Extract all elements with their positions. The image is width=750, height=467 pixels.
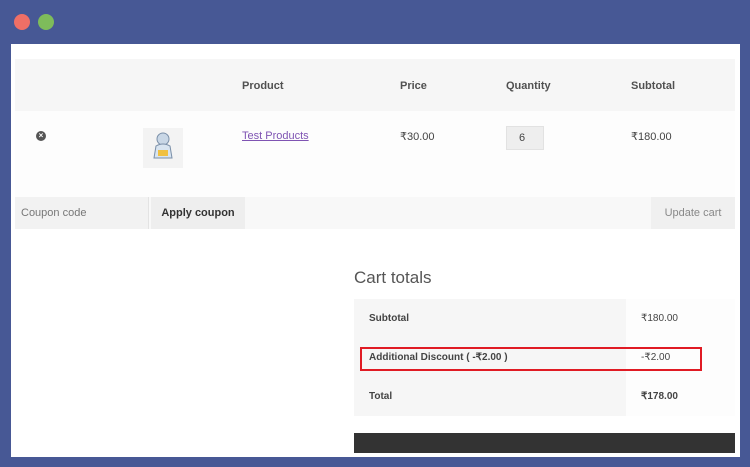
totals-value: ₹180.00 [626, 299, 735, 338]
totals-value: -₹2.00 [626, 338, 735, 377]
cart-actions: Coupon code Apply coupon Update cart [15, 197, 735, 229]
totals-label: Total [354, 377, 626, 416]
apply-coupon-button[interactable]: Apply coupon [151, 197, 245, 229]
totals-label: Subtotal [354, 299, 626, 338]
quantity-input[interactable]: 6 [506, 126, 544, 150]
coupon-code-input[interactable]: Coupon code [15, 197, 149, 229]
update-cart-button[interactable]: Update cart [651, 197, 735, 229]
remove-item-icon[interactable]: × [36, 131, 46, 141]
proceed-to-checkout-button[interactable] [354, 433, 735, 453]
product-thumbnail[interactable] [143, 128, 183, 168]
header-price: Price [400, 80, 427, 92]
cart-item-row: × Test Products ₹30.00 6 ₹180.00 [15, 111, 735, 197]
cart-totals-table: Subtotal ₹180.00 Additional Discount ( -… [354, 299, 735, 416]
totals-label: Additional Discount ( -₹2.00 ) [354, 338, 626, 377]
cart-table-header: Product Price Quantity Subtotal [15, 59, 735, 111]
header-quantity: Quantity [506, 80, 551, 92]
window-maximize-dot[interactable] [38, 14, 54, 30]
header-subtotal: Subtotal [631, 80, 675, 92]
totals-row-discount: Additional Discount ( -₹2.00 ) -₹2.00 [354, 338, 735, 377]
product-link[interactable]: Test Products [242, 130, 309, 142]
totals-row-total: Total ₹178.00 [354, 377, 735, 416]
window-close-dot[interactable] [14, 14, 30, 30]
header-product: Product [242, 80, 284, 92]
browser-window: Product Price Quantity Subtotal × Test P… [11, 44, 740, 457]
totals-row-subtotal: Subtotal ₹180.00 [354, 299, 735, 338]
cart-table: Product Price Quantity Subtotal × Test P… [15, 59, 735, 197]
cart-totals-title: Cart totals [354, 268, 432, 287]
totals-value: ₹178.00 [626, 377, 735, 416]
item-subtotal: ₹180.00 [631, 131, 672, 143]
item-price: ₹30.00 [400, 131, 435, 143]
